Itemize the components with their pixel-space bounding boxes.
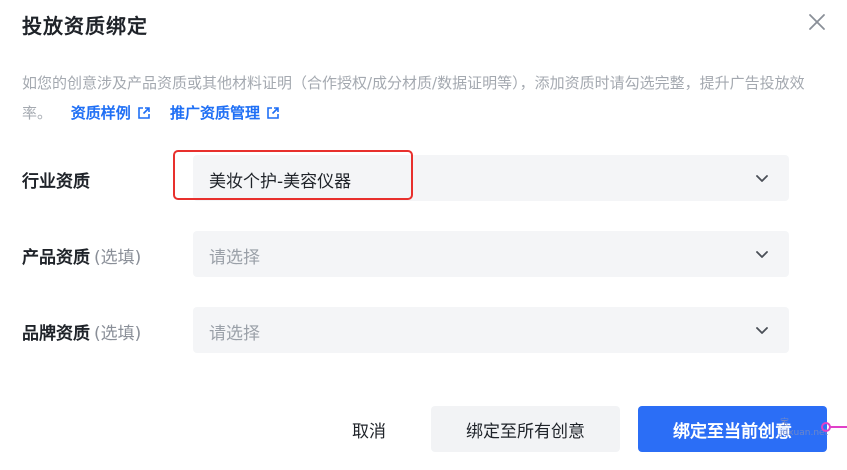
qualification-sample-link-label: 资质样例 — [70, 104, 131, 122]
brand-qualification-placeholder: 请选择 — [209, 324, 260, 344]
chevron-down-icon — [756, 251, 768, 258]
dialog-description: 如您的创意涉及产品资质或其他材料证明（合作授权/成分材质/数据证明等），添加资质… — [22, 68, 832, 128]
promotion-qualification-manage-link[interactable]: 推广资质管理 — [170, 104, 280, 122]
close-icon[interactable] — [805, 10, 829, 34]
product-qualification-label-text: 产品资质 — [22, 248, 90, 268]
optional-tag: (选填) — [94, 324, 142, 344]
chevron-down-icon — [756, 327, 768, 334]
dialog-title: 投放资质绑定 — [22, 14, 148, 38]
external-link-icon — [267, 107, 279, 119]
industry-qualification-label: 行业资质 — [22, 167, 90, 192]
optional-tag: (选填) — [94, 248, 142, 268]
pin-marker-icon — [821, 422, 847, 432]
cancel-button[interactable]: 取消 — [330, 406, 408, 452]
qualification-sample-link[interactable]: 资质样例 — [71, 104, 156, 122]
qualification-binding-dialog: 投放资质绑定 如您的创意涉及产品资质或其他材料证明（合作授权/成分材质/数据证明… — [0, 0, 847, 470]
product-qualification-label: 产品资质 (选填) — [22, 243, 141, 268]
industry-qualification-label-text: 行业资质 — [22, 172, 90, 192]
bind-all-creatives-button[interactable]: 绑定至所有创意 — [431, 406, 620, 452]
chevron-down-icon — [756, 175, 768, 182]
brand-qualification-label-text: 品牌资质 — [22, 324, 90, 344]
product-qualification-placeholder: 请选择 — [209, 248, 260, 268]
brand-qualification-select[interactable]: 请选择 — [193, 307, 789, 353]
promotion-qualification-manage-label: 推广资质管理 — [170, 104, 261, 122]
product-qualification-select[interactable]: 请选择 — [193, 231, 789, 277]
brand-qualification-label: 品牌资质 (选填) — [22, 319, 141, 344]
external-link-icon — [138, 107, 150, 119]
red-highlight-box — [173, 150, 413, 200]
